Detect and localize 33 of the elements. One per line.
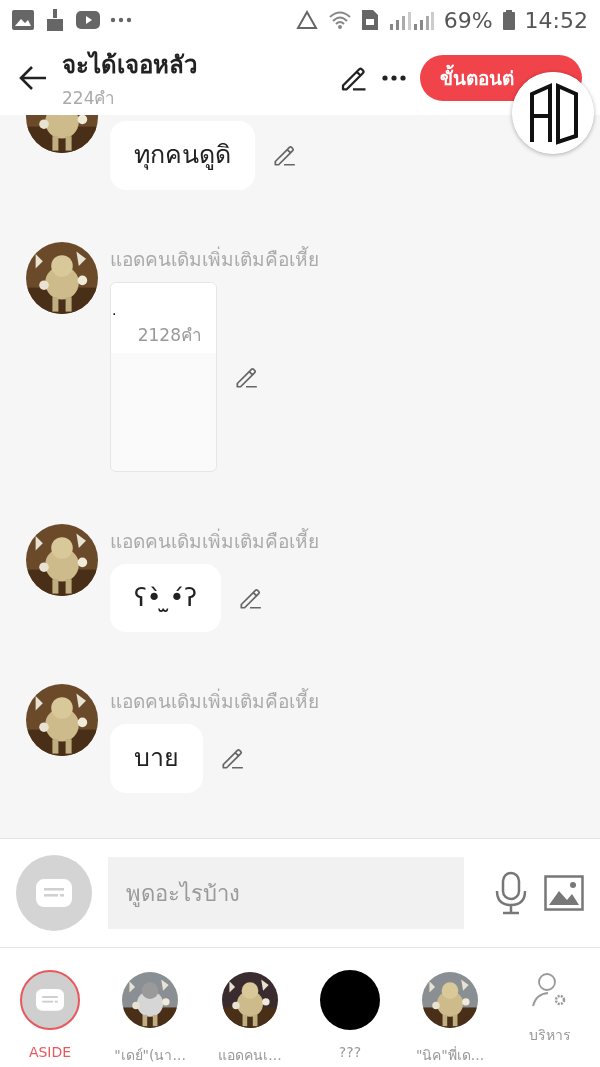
- signal-icon: [387, 10, 434, 30]
- clock: 14:52: [524, 7, 588, 33]
- sender-name: แอดคนเดิมเพิ่มเติมคือเหี้ย: [110, 527, 319, 554]
- sender-name: แอดคนเดิมเพิ่มเติมคือเหี้ย: [110, 687, 319, 714]
- battery-percent: 69%: [443, 7, 493, 33]
- battery-icon: [502, 10, 515, 30]
- document-card[interactable]: . 2128คำ: [110, 281, 217, 472]
- character-tab[interactable]: ASIDE: [4, 970, 96, 1060]
- image-icon[interactable]: [544, 875, 584, 911]
- sim-icon: [361, 10, 378, 30]
- back-icon[interactable]: [18, 64, 48, 91]
- image-icon: [12, 10, 34, 30]
- logo-icon[interactable]: [512, 72, 594, 154]
- character-tab[interactable]: บริหาร: [504, 970, 596, 1046]
- chat-icon: [36, 878, 72, 908]
- message-input[interactable]: พูดอะไรบ้าง: [108, 857, 464, 929]
- more-icon: [110, 17, 132, 23]
- chat-icon: [36, 989, 64, 1011]
- character-tab[interactable]: "นิค"พี่เด...: [404, 970, 496, 1066]
- video-icon: [76, 11, 100, 29]
- sender-name: แอดคนเดิมเพิ่มเติมคือเหี้ย: [110, 245, 319, 272]
- message-bubble: บาย: [110, 724, 203, 793]
- character-tab[interactable]: "เดย์"(นา...: [104, 970, 196, 1066]
- story-title: จะได้เจอหลัว: [62, 49, 198, 81]
- message-bubble: ʕ•̀ ̫•́ʔ: [110, 563, 221, 632]
- message-bubble: ทุกคนดูดิ: [110, 121, 255, 190]
- blank-avatar: [320, 970, 380, 1030]
- character-tab[interactable]: ???: [304, 970, 396, 1060]
- wifi-icon: [327, 10, 352, 30]
- microphone-icon[interactable]: [494, 871, 528, 915]
- word-count: 224คำ: [62, 86, 117, 110]
- character-tab[interactable]: แอดคนเ...: [204, 970, 296, 1066]
- more-icon[interactable]: [382, 74, 406, 81]
